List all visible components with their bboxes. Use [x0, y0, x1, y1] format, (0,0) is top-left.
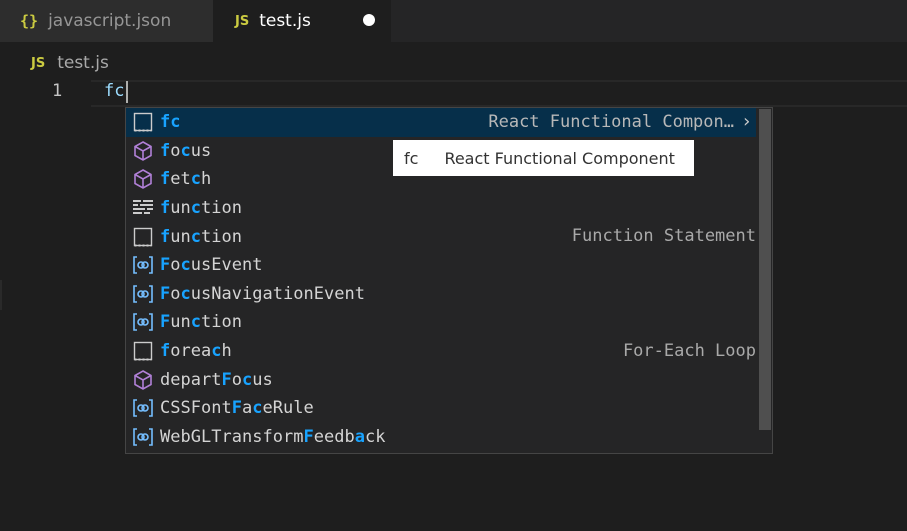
- suggest-item-detail: For-Each Loop: [622, 340, 756, 361]
- suggest-item-label: WebGLTransformFeedback: [160, 426, 386, 447]
- interface-icon: [132, 254, 154, 276]
- suggest-item-label: focus: [160, 140, 212, 161]
- details-prefix: fc: [404, 148, 419, 168]
- details-description: React Functional Component: [444, 148, 675, 168]
- suggest-item[interactable]: WebGLTransformFeedback: [126, 423, 756, 452]
- tab-label: test.js: [259, 11, 311, 31]
- read-more-chevron-icon[interactable]: ›: [741, 108, 752, 137]
- module-icon: [132, 168, 154, 190]
- suggest-item-label: departFocus: [160, 369, 273, 390]
- suggest-item-label: function: [160, 226, 242, 247]
- text-cursor: [126, 81, 128, 103]
- js-file-icon: JS: [31, 55, 46, 71]
- tab-bar: {} javascript.json JS test.js: [0, 0, 907, 42]
- suggest-item-detail: Function Statement: [571, 226, 756, 247]
- current-line-highlight: [91, 80, 907, 107]
- suggest-item[interactable]: function Function Statement: [126, 222, 756, 251]
- suggest-item[interactable]: FocusEvent: [126, 251, 756, 280]
- interface-icon: [132, 426, 154, 448]
- suggest-item-label: CSSFontFaceRule: [160, 398, 314, 419]
- tab-label: javascript.json: [48, 11, 172, 31]
- suggest-item[interactable]: Function: [126, 308, 756, 337]
- suggest-item[interactable]: foreach For-Each Loop: [126, 337, 756, 366]
- tab-test-js[interactable]: JS test.js: [213, 0, 391, 42]
- suggest-item-label: Function: [160, 312, 242, 333]
- code-text[interactable]: fc: [104, 81, 124, 101]
- breadcrumb[interactable]: JS test.js: [31, 50, 109, 76]
- breadcrumb-file: test.js: [57, 53, 109, 73]
- suggest-item[interactable]: fc React Functional Compon… ›: [126, 108, 756, 137]
- suggest-item[interactable]: departFocus: [126, 365, 756, 394]
- suggest-item-label: FocusEvent: [160, 255, 263, 276]
- keyword-icon: [132, 197, 154, 219]
- editor-left-edge: [0, 280, 2, 310]
- interface-icon: [132, 397, 154, 419]
- suggest-item-label: function: [160, 198, 242, 219]
- js-file-icon: JS: [235, 13, 250, 29]
- interface-icon: [132, 311, 154, 333]
- suggest-item-label: FocusNavigationEvent: [160, 283, 365, 304]
- line-number: 1: [52, 81, 63, 101]
- suggestion-details-popup: fc React Functional Component: [393, 140, 694, 176]
- suggest-item[interactable]: FocusNavigationEvent: [126, 280, 756, 309]
- suggest-item-label: foreach: [160, 341, 232, 362]
- unsaved-dot-icon[interactable]: [363, 14, 375, 26]
- suggest-item-detail: React Functional Compon…: [488, 112, 734, 132]
- suggest-scrollbar[interactable]: [759, 109, 771, 430]
- suggest-item-label: fc: [160, 112, 181, 133]
- interface-icon: [132, 283, 154, 305]
- module-icon: [132, 140, 154, 162]
- json-braces-icon: {}: [20, 12, 39, 30]
- suggest-item[interactable]: CSSFontFaceRule: [126, 394, 756, 423]
- suggest-item[interactable]: function: [126, 194, 756, 223]
- tab-javascript-json[interactable]: {} javascript.json: [0, 0, 213, 42]
- module-icon: [132, 369, 154, 391]
- suggest-item-label: fetch: [160, 169, 212, 190]
- snippet-icon: [132, 226, 154, 248]
- snippet-icon: [132, 340, 154, 362]
- snippet-icon: [132, 111, 154, 133]
